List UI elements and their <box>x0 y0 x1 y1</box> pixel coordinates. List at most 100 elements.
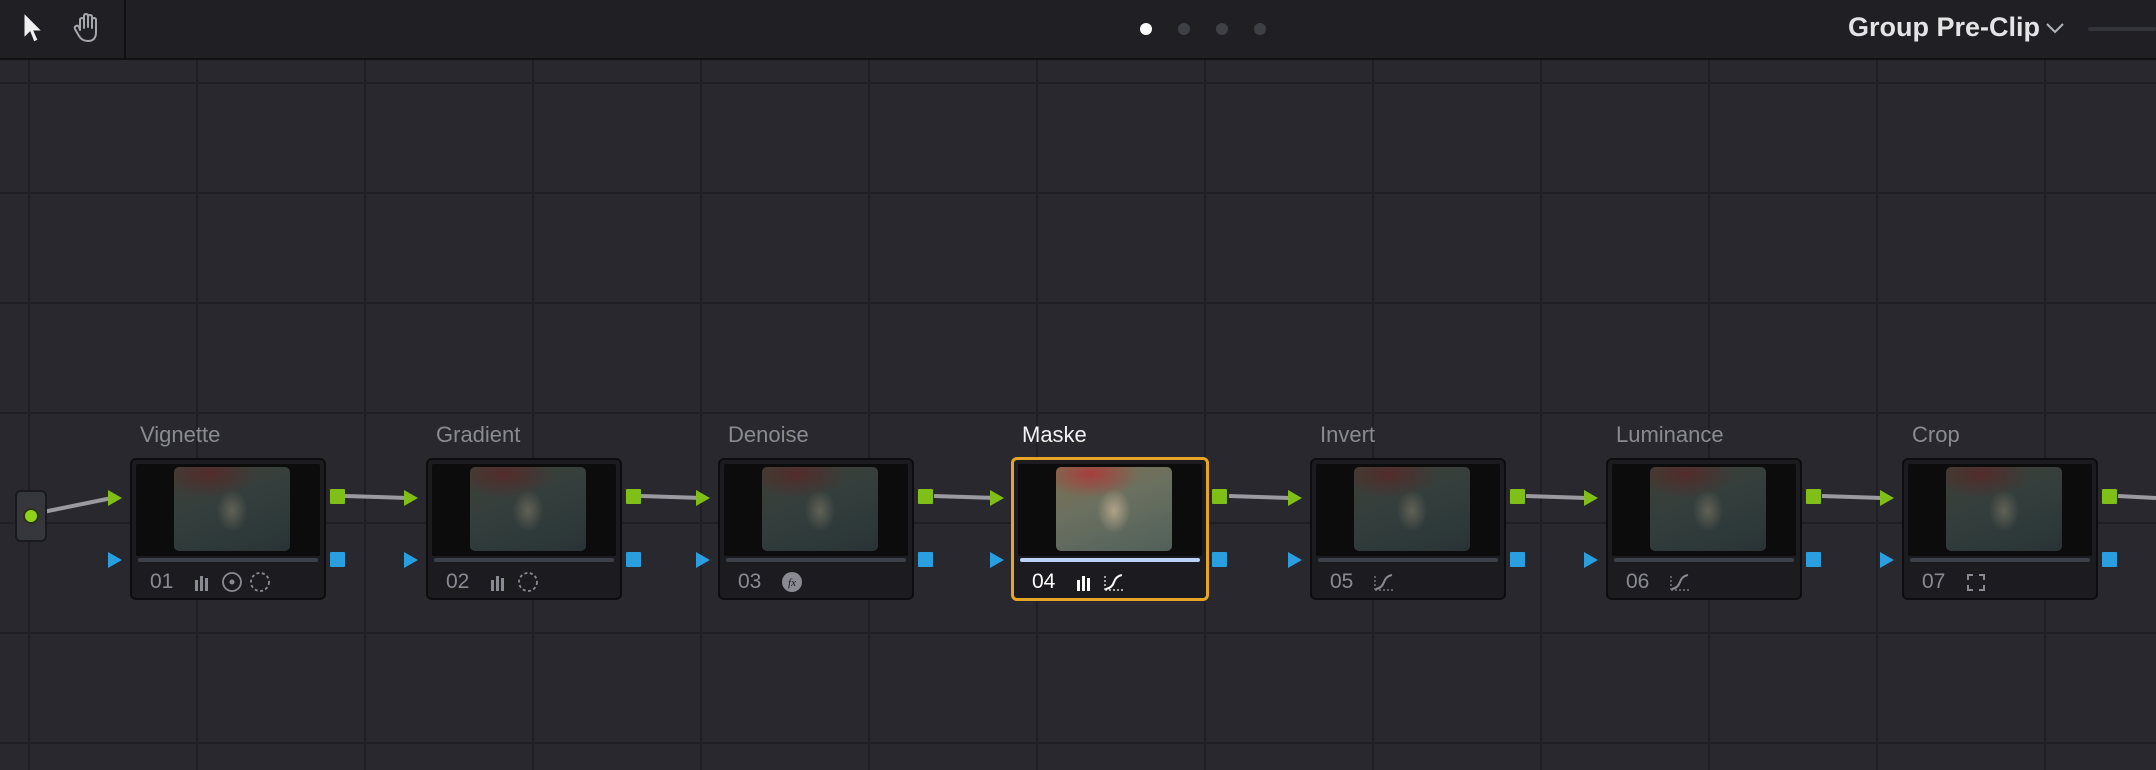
node-key-bar <box>726 558 906 562</box>
connection-wire <box>640 494 703 500</box>
rgb-output-port[interactable] <box>1212 489 1227 504</box>
rgb-output-port[interactable] <box>626 489 641 504</box>
curves-icon <box>1372 571 1396 593</box>
node-body[interactable]: 06 <box>1606 458 1802 600</box>
node-number: 06 <box>1626 570 1650 593</box>
node-thumbnail-area <box>1612 464 1796 556</box>
key-input-port[interactable] <box>696 552 710 568</box>
node-label[interactable]: Invert <box>1320 422 1375 448</box>
connection-wire <box>2117 494 2156 500</box>
dashed-circle-icon <box>248 571 272 593</box>
color-node-01[interactable]: Vignette 01 <box>130 422 326 600</box>
key-output-port[interactable] <box>626 552 641 567</box>
node-thumbnail-area <box>1908 464 2092 556</box>
node-thumbnail-area <box>724 464 908 556</box>
node-body[interactable]: 02 <box>426 458 622 600</box>
node-thumbnail-area <box>1018 464 1202 556</box>
node-number: 01 <box>150 570 174 593</box>
node-thumbnail <box>470 467 586 551</box>
node-tool-icons <box>780 571 804 593</box>
node-thumbnail-area <box>432 464 616 556</box>
node-number: 03 <box>738 570 762 593</box>
source-input-node[interactable] <box>15 490 47 542</box>
node-key-bar <box>434 558 614 562</box>
node-thumbnail-area <box>1316 464 1500 556</box>
rgb-output-port[interactable] <box>1510 489 1525 504</box>
node-thumbnail-area <box>136 464 320 556</box>
connection-wire <box>42 496 113 514</box>
node-label[interactable]: Gradient <box>436 422 520 448</box>
color-node-07[interactable]: Crop 07 <box>1902 422 2098 600</box>
key-output-port[interactable] <box>1212 552 1227 567</box>
node-thumbnail <box>1354 467 1470 551</box>
connection-wire <box>933 494 997 500</box>
node-thumbnail <box>174 467 290 551</box>
node-body[interactable]: 03 <box>718 458 914 600</box>
node-number: 07 <box>1922 570 1946 593</box>
node-key-bar <box>1318 558 1498 562</box>
dashed-circle-icon <box>516 571 540 593</box>
curves-icon <box>1668 571 1692 593</box>
node-key-bar <box>1614 558 1794 562</box>
key-input-port[interactable] <box>108 552 122 568</box>
key-input-port[interactable] <box>1584 552 1598 568</box>
color-node-03[interactable]: Denoise 03 <box>718 422 914 600</box>
node-number: 05 <box>1330 570 1354 593</box>
rgb-input-port[interactable] <box>108 490 122 506</box>
node-tool-icons <box>1964 571 1988 593</box>
color-node-02[interactable]: Gradient 02 <box>426 422 622 600</box>
connection-wire <box>344 494 409 500</box>
node-thumbnail <box>1650 467 1766 551</box>
node-number: 02 <box>446 570 470 593</box>
rgb-input-port[interactable] <box>404 490 418 506</box>
rgb-output-port[interactable] <box>330 489 345 504</box>
source-output-port[interactable] <box>23 508 39 524</box>
node-thumbnail <box>762 467 878 551</box>
key-input-port[interactable] <box>404 552 418 568</box>
bars-icon <box>192 571 216 593</box>
bars-icon <box>1074 571 1098 593</box>
node-label[interactable]: Denoise <box>728 422 809 448</box>
connection-wire <box>1821 494 1883 500</box>
color-node-04[interactable]: Maske 04 <box>1011 422 1209 601</box>
key-input-port[interactable] <box>1288 552 1302 568</box>
key-input-port[interactable] <box>1880 552 1894 568</box>
rgb-input-port[interactable] <box>1880 490 1894 506</box>
color-node-05[interactable]: Invert 05 <box>1310 422 1506 600</box>
rgb-output-port[interactable] <box>918 489 933 504</box>
node-connections <box>42 494 2156 514</box>
color-node-06[interactable]: Luminance 06 <box>1606 422 1802 600</box>
node-body[interactable]: 01 <box>130 458 326 600</box>
node-label[interactable]: Vignette <box>140 422 220 448</box>
rgb-output-port[interactable] <box>1806 489 1821 504</box>
node-thumbnail <box>1946 467 2062 551</box>
circle-window-icon <box>220 571 244 593</box>
rgb-input-port[interactable] <box>990 490 1004 506</box>
node-tool-icons <box>192 571 272 593</box>
node-number: 04 <box>1032 570 1056 593</box>
node-key-bar <box>1020 558 1200 562</box>
node-body[interactable]: 07 <box>1902 458 2098 600</box>
key-output-port[interactable] <box>2102 552 2117 567</box>
node-body[interactable]: 04 <box>1011 457 1209 601</box>
node-label[interactable]: Maske <box>1022 422 1087 448</box>
rgb-input-port[interactable] <box>696 490 710 506</box>
rgb-input-port[interactable] <box>1288 490 1302 506</box>
node-body[interactable]: 05 <box>1310 458 1506 600</box>
curves-icon <box>1102 571 1126 593</box>
fx-icon <box>780 571 804 593</box>
key-output-port[interactable] <box>1510 552 1525 567</box>
bars-icon <box>488 571 512 593</box>
key-output-port[interactable] <box>918 552 933 567</box>
sizing-icon <box>1964 571 1988 593</box>
node-label[interactable]: Crop <box>1912 422 1960 448</box>
key-output-port[interactable] <box>1806 552 1821 567</box>
node-label[interactable]: Luminance <box>1616 422 1724 448</box>
key-input-port[interactable] <box>990 552 1004 568</box>
rgb-input-port[interactable] <box>1584 490 1598 506</box>
rgb-output-port[interactable] <box>2102 489 2117 504</box>
connection-wire <box>1228 494 1291 500</box>
key-output-port[interactable] <box>330 552 345 567</box>
node-thumbnail <box>1056 467 1172 551</box>
node-tool-icons <box>1074 571 1126 593</box>
